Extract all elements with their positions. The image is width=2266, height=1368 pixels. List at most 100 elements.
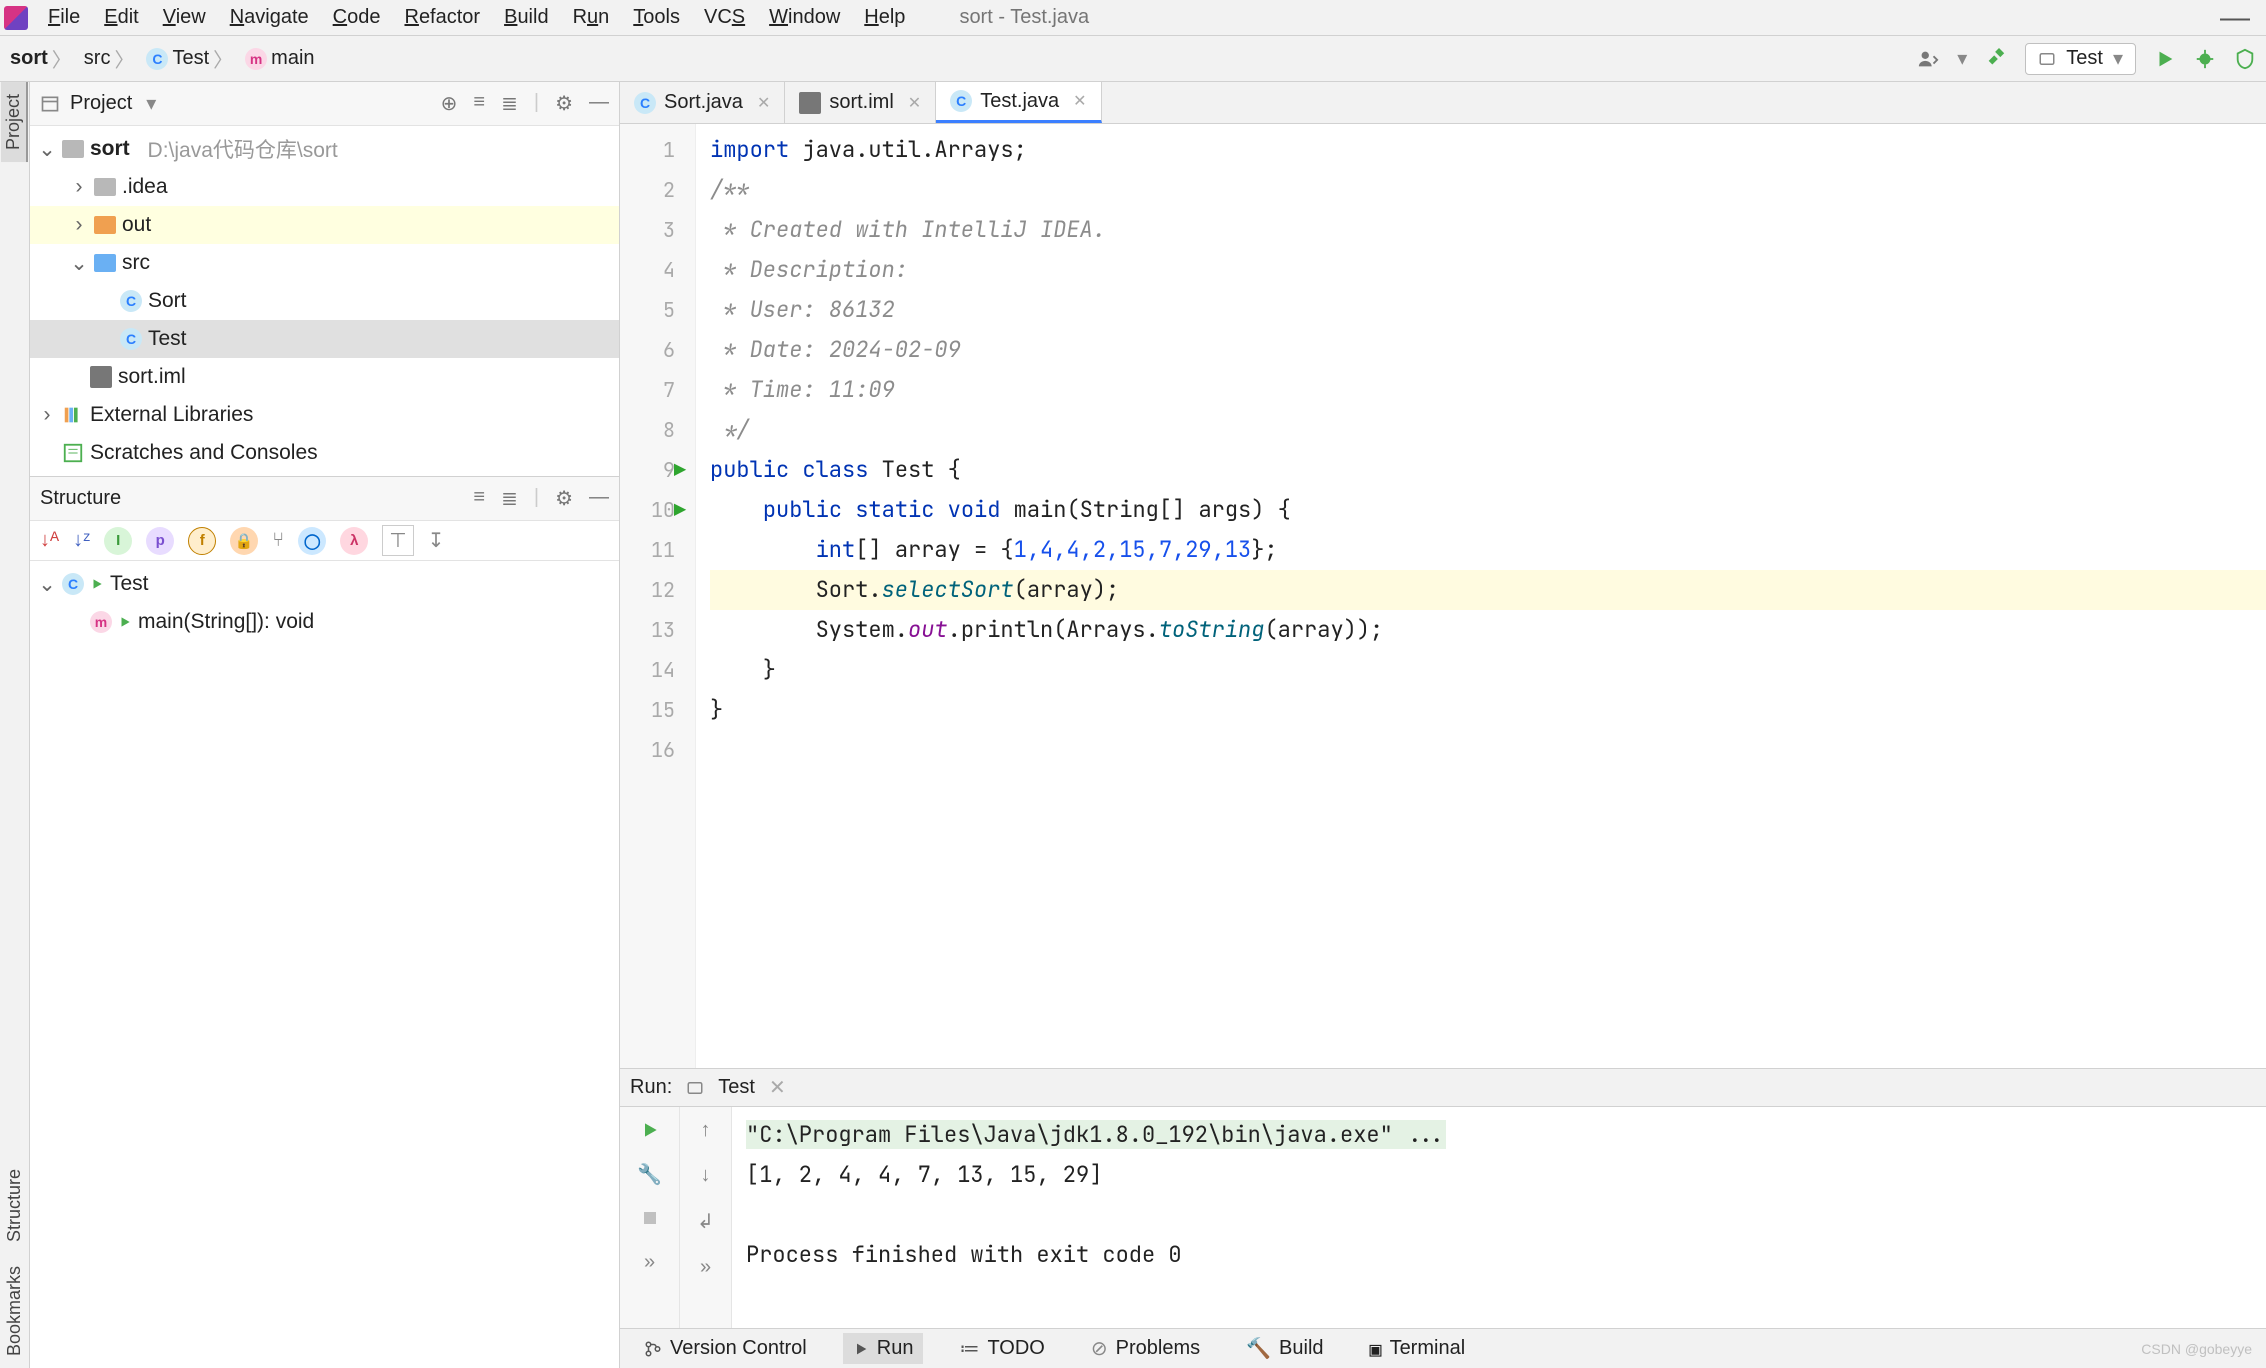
tab-sort-iml[interactable]: sort.iml ✕ xyxy=(785,82,936,123)
bottom-problems[interactable]: ⊘ Problems xyxy=(1081,1332,1210,1365)
show-fields-icon[interactable]: f xyxy=(188,527,216,555)
menu-window[interactable]: Window xyxy=(759,4,850,31)
show-anonymous-icon[interactable]: ◯ xyxy=(298,527,326,555)
debug-button[interactable] xyxy=(2194,48,2216,70)
structure-main[interactable]: m main(String[]): void xyxy=(30,603,619,641)
menu-code[interactable]: Code xyxy=(323,4,391,31)
autoscroll-icon[interactable]: ↧ xyxy=(428,528,445,553)
menu-tools[interactable]: Tools xyxy=(623,4,690,31)
breadcrumb-src[interactable]: src 〉 xyxy=(78,44,141,73)
close-icon[interactable]: ✕ xyxy=(757,93,770,113)
line-number[interactable]: 16 xyxy=(620,730,695,770)
tree-root[interactable]: ⌄ sort D:\java代码仓库\sort xyxy=(30,130,619,168)
show-nonpublic-icon[interactable]: 🔒 xyxy=(230,527,258,555)
show-lambdas-icon[interactable]: λ xyxy=(340,527,368,555)
line-number[interactable]: 8 xyxy=(620,410,695,450)
breadcrumb-main[interactable]: m main xyxy=(239,47,320,70)
more-icon[interactable]: » xyxy=(700,1256,711,1279)
tree-idea[interactable]: › .idea xyxy=(30,168,619,206)
console-output[interactable]: "C:\Program Files\Java\jdk1.8.0_192\bin\… xyxy=(732,1107,2266,1328)
settings-button[interactable]: 🔧 xyxy=(639,1163,661,1185)
bottom-version-control[interactable]: Version Control xyxy=(634,1333,817,1364)
line-number[interactable]: 14 xyxy=(620,650,695,690)
struct-icon2[interactable]: ⊤ xyxy=(382,525,413,556)
stop-button[interactable] xyxy=(639,1207,661,1229)
down-arrow-icon[interactable]: ↓ xyxy=(701,1164,711,1187)
tree-sort-class[interactable]: C Sort xyxy=(30,282,619,320)
sort-az-icon[interactable]: ↓ᴬ xyxy=(40,529,59,552)
close-icon[interactable]: ✕ xyxy=(769,1075,786,1100)
close-icon[interactable]: ✕ xyxy=(1073,91,1086,111)
tree-test-class[interactable]: C Test xyxy=(30,320,619,358)
side-tab-structure[interactable]: Structure xyxy=(2,1157,27,1254)
line-number[interactable]: 7 xyxy=(620,370,695,410)
show-interfaces-icon[interactable]: I xyxy=(104,527,132,555)
menu-edit[interactable]: Edit xyxy=(94,4,148,31)
tab-test-java[interactable]: C Test.java ✕ xyxy=(936,82,1101,123)
locate-icon[interactable]: ⊕ xyxy=(441,91,458,116)
run-config-selector[interactable]: Test ▾ xyxy=(2025,43,2136,75)
hide-button[interactable]: — xyxy=(589,91,609,116)
tree-ext-lib[interactable]: › External Libraries xyxy=(30,396,619,434)
collapse-all-icon[interactable]: ≣ xyxy=(501,486,518,511)
expand-all-icon[interactable]: ≡ xyxy=(473,91,485,116)
expand-all-icon[interactable]: ≡ xyxy=(473,486,485,511)
line-number[interactable]: 11 xyxy=(620,530,695,570)
line-number[interactable]: 3 xyxy=(620,210,695,250)
run-button[interactable] xyxy=(2154,48,2176,70)
rerun-button[interactable] xyxy=(639,1119,661,1141)
menu-vcs[interactable]: VCS xyxy=(694,4,755,31)
more-icon[interactable]: » xyxy=(644,1251,655,1274)
side-tab-bookmarks[interactable]: Bookmarks xyxy=(2,1254,27,1368)
line-number[interactable]: 6 xyxy=(620,330,695,370)
gear-icon[interactable]: ⚙ xyxy=(555,486,573,511)
hide-button[interactable]: — xyxy=(589,486,609,511)
menu-run[interactable]: Run xyxy=(563,4,620,31)
collapse-all-icon[interactable]: ≣ xyxy=(501,91,518,116)
chevron-down-icon[interactable]: ▾ xyxy=(1957,46,1967,71)
menu-file[interactable]: File xyxy=(38,4,90,31)
line-number[interactable]: 4 xyxy=(620,250,695,290)
bottom-terminal[interactable]: ▣ Terminal xyxy=(1360,1333,1476,1365)
line-number[interactable]: 5 xyxy=(620,290,695,330)
tree-scratches[interactable]: Scratches and Consoles xyxy=(30,434,619,472)
chevron-down-icon[interactable]: ▾ xyxy=(146,91,156,116)
gear-icon[interactable]: ⚙ xyxy=(555,91,573,116)
tree-src[interactable]: ⌄ src xyxy=(30,244,619,282)
line-number[interactable]: ▶10 xyxy=(620,490,695,530)
line-number[interactable]: ▶9 xyxy=(620,450,695,490)
tree-iml[interactable]: sort.iml xyxy=(30,358,619,396)
run-gutter-icon[interactable]: ▶ xyxy=(674,457,686,483)
structure-root[interactable]: ⌄ C Test xyxy=(30,565,619,603)
run-gutter-icon[interactable]: ▶ xyxy=(674,497,686,523)
menu-refactor[interactable]: Refactor xyxy=(394,4,490,31)
side-tab-project[interactable]: Project xyxy=(1,82,28,162)
sort-za-icon[interactable]: ↓ᶻ xyxy=(73,529,90,552)
tree-out[interactable]: › out xyxy=(30,206,619,244)
up-arrow-icon[interactable]: ↑ xyxy=(701,1119,711,1142)
bottom-run[interactable]: Run xyxy=(843,1333,924,1364)
user-icon[interactable] xyxy=(1917,48,1939,70)
menu-build[interactable]: Build xyxy=(494,4,558,31)
menu-help[interactable]: Help xyxy=(854,4,915,31)
soft-wrap-icon[interactable]: ↲ xyxy=(697,1209,714,1234)
show-properties-icon[interactable]: p xyxy=(146,527,174,555)
menu-navigate[interactable]: Navigate xyxy=(220,4,319,31)
line-number[interactable]: 13 xyxy=(620,610,695,650)
code-area[interactable]: import java.util.Arrays; /** * Created w… xyxy=(696,124,2266,1068)
line-number[interactable]: 2 xyxy=(620,170,695,210)
run-tab-label[interactable]: Test xyxy=(718,1076,755,1099)
bottom-build[interactable]: 🔨 Build xyxy=(1236,1332,1333,1365)
line-number[interactable]: 12 xyxy=(620,570,695,610)
struct-icon[interactable]: ⑂ xyxy=(272,529,284,552)
line-number[interactable]: 1 xyxy=(620,130,695,170)
window-minimize-button[interactable]: — xyxy=(2208,1,2262,35)
coverage-button[interactable] xyxy=(2234,48,2256,70)
bottom-todo[interactable]: ≔ TODO xyxy=(949,1332,1054,1365)
breadcrumb-sort[interactable]: sort 〉 xyxy=(4,44,78,73)
build-hammer-icon[interactable] xyxy=(1985,48,2007,70)
breadcrumb-test[interactable]: C Test 〉 xyxy=(140,44,239,73)
close-icon[interactable]: ✕ xyxy=(908,93,921,113)
tab-sort-java[interactable]: C Sort.java ✕ xyxy=(620,82,785,123)
line-number[interactable]: 15 xyxy=(620,690,695,730)
